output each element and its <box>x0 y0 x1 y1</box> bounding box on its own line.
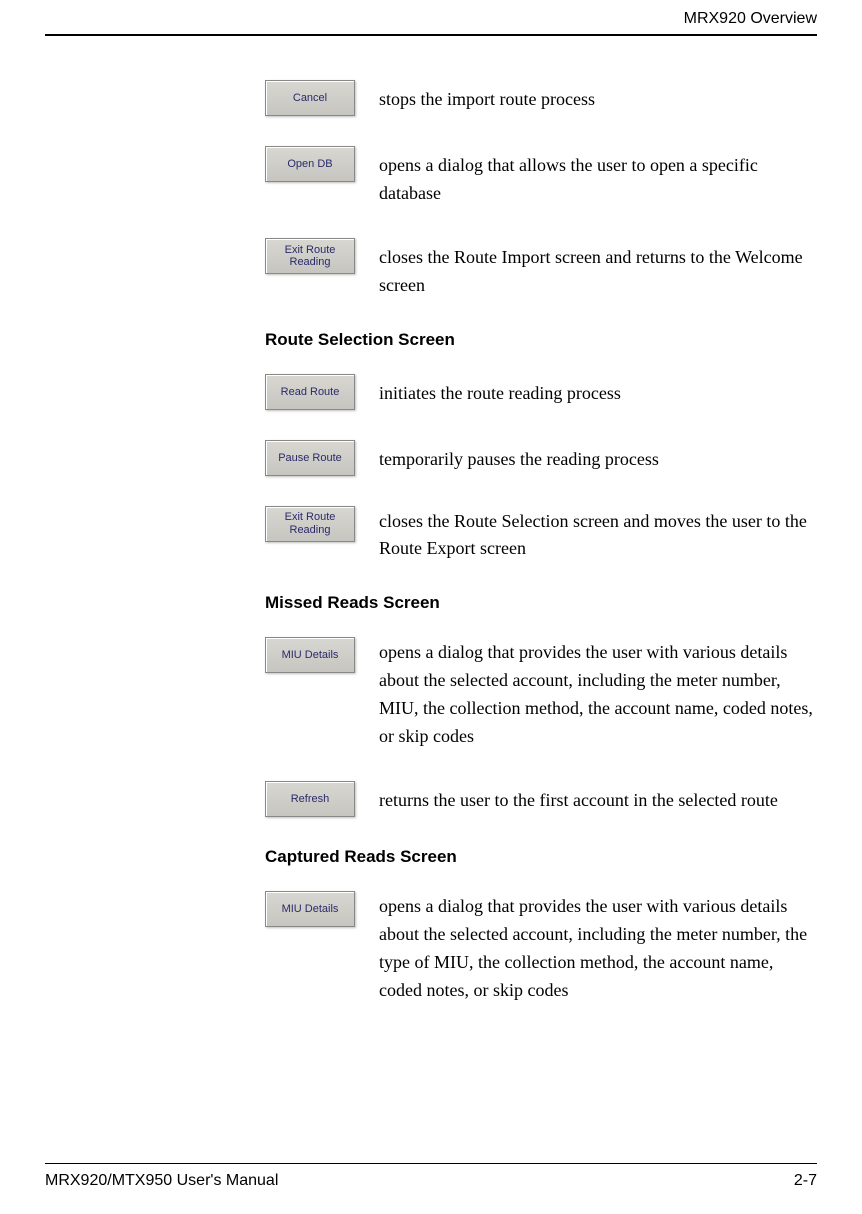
description-text: returns the user to the first account in… <box>379 781 778 815</box>
pause-route-button[interactable]: Pause Route <box>265 440 355 476</box>
exit-route-reading-button[interactable]: Exit Route Reading <box>265 506 355 542</box>
read-route-button[interactable]: Read Route <box>265 374 355 410</box>
button-desc-row: Cancel stops the import route process <box>265 80 817 116</box>
section-heading-captured-reads: Captured Reads Screen <box>265 847 817 867</box>
main-content: Cancel stops the import route process Op… <box>265 80 817 1004</box>
refresh-button[interactable]: Refresh <box>265 781 355 817</box>
miu-details-button[interactable]: MIU Details <box>265 891 355 927</box>
description-text: stops the import route process <box>379 80 595 114</box>
button-desc-row: Pause Route temporarily pauses the readi… <box>265 440 817 476</box>
button-desc-row: Refresh returns the user to the first ac… <box>265 781 817 817</box>
button-desc-row: Exit Route Reading closes the Route Impo… <box>265 238 817 300</box>
header-title: MRX920 Overview <box>684 10 817 27</box>
button-desc-row: MIU Details opens a dialog that provides… <box>265 891 817 1005</box>
open-db-button[interactable]: Open DB <box>265 146 355 182</box>
description-text: opens a dialog that provides the user wi… <box>379 637 817 751</box>
description-text: temporarily pauses the reading process <box>379 440 659 474</box>
description-text: closes the Route Selection screen and mo… <box>379 506 817 564</box>
footer-left: MRX920/MTX950 User's Manual <box>45 1172 278 1190</box>
button-desc-row: Open DB opens a dialog that allows the u… <box>265 146 817 208</box>
section-heading-route-selection: Route Selection Screen <box>265 330 817 350</box>
footer-page-number: 2-7 <box>794 1172 817 1190</box>
miu-details-button[interactable]: MIU Details <box>265 637 355 673</box>
page-footer: MRX920/MTX950 User's Manual 2-7 <box>45 1163 817 1190</box>
description-text: initiates the route reading process <box>379 374 621 408</box>
button-desc-row: Exit Route Reading closes the Route Sele… <box>265 506 817 564</box>
description-text: opens a dialog that provides the user wi… <box>379 891 817 1005</box>
button-desc-row: Read Route initiates the route reading p… <box>265 374 817 410</box>
section-heading-missed-reads: Missed Reads Screen <box>265 593 817 613</box>
exit-route-reading-button[interactable]: Exit Route Reading <box>265 238 355 274</box>
cancel-button[interactable]: Cancel <box>265 80 355 116</box>
button-desc-row: MIU Details opens a dialog that provides… <box>265 637 817 751</box>
description-text: closes the Route Import screen and retur… <box>379 238 817 300</box>
page-header: MRX920 Overview <box>45 10 817 36</box>
description-text: opens a dialog that allows the user to o… <box>379 146 817 208</box>
